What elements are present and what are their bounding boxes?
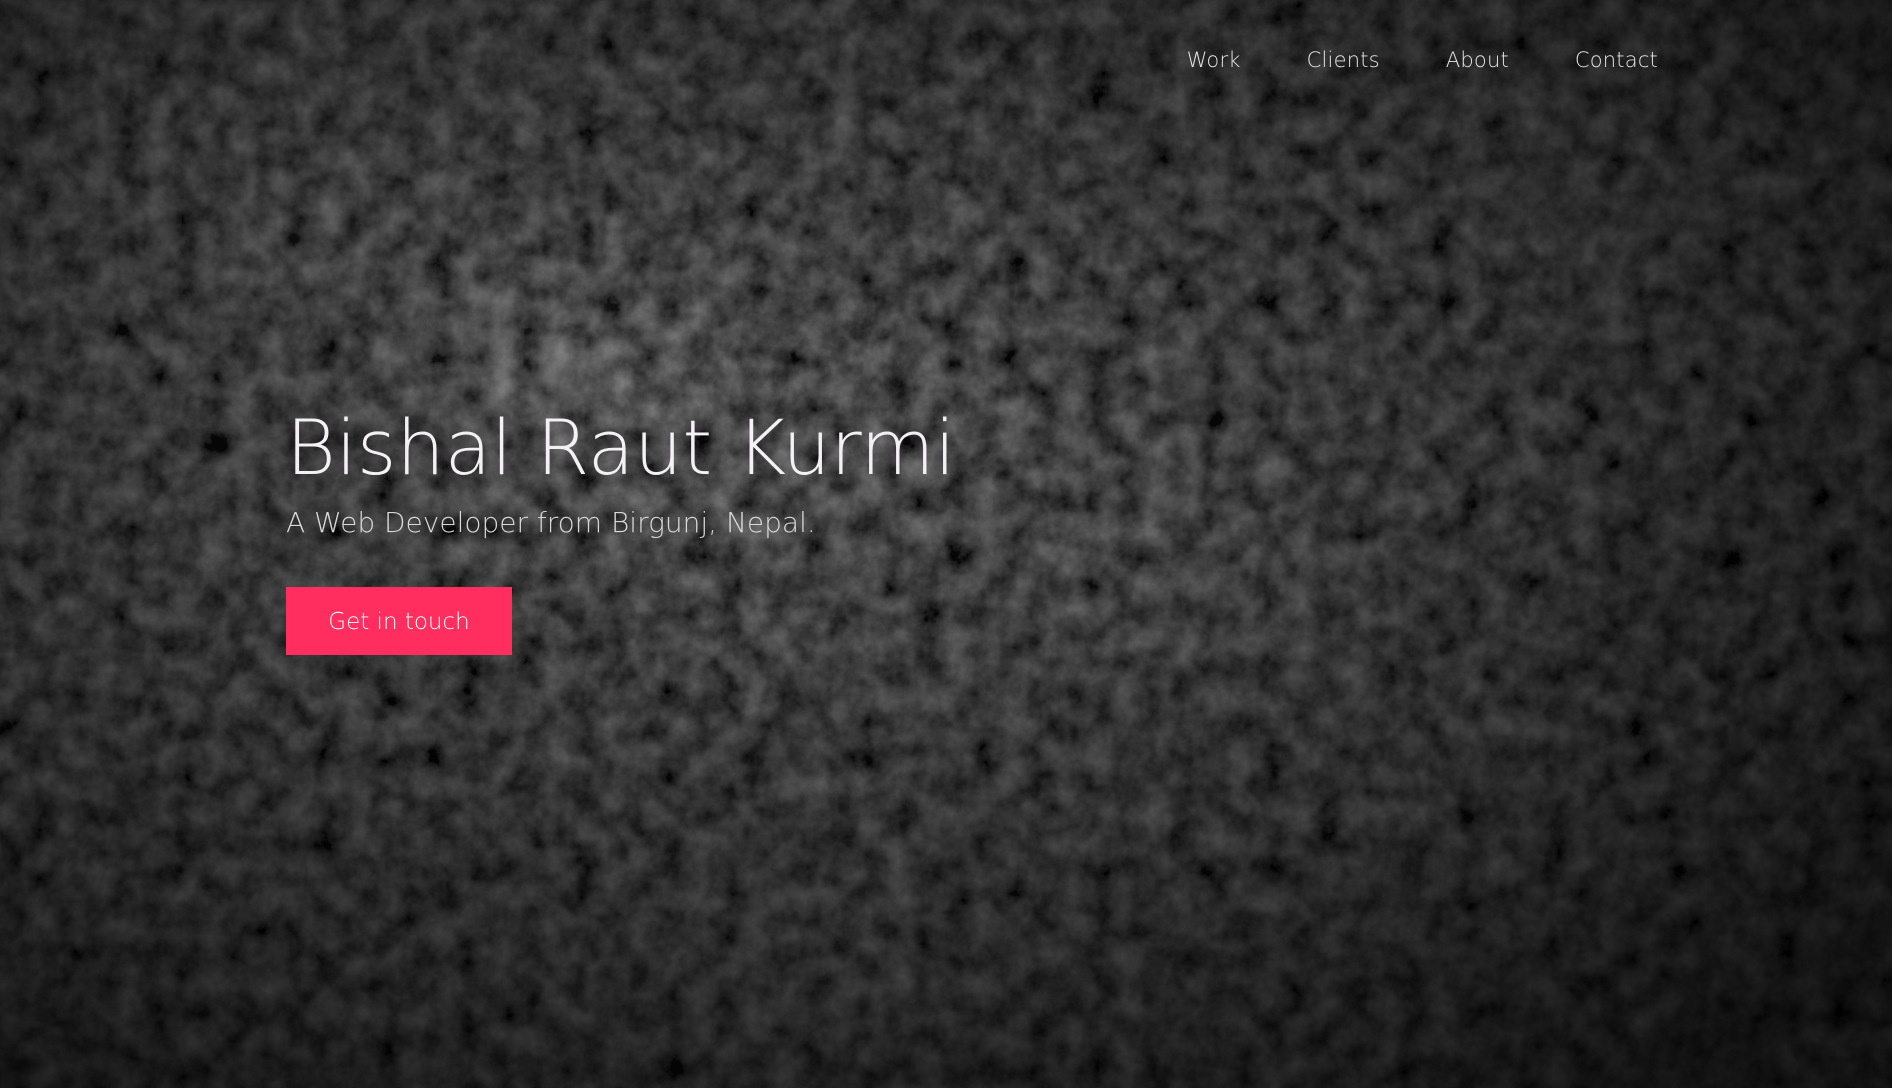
hero-subtitle: A Web Developer from Birgunj, Nepal. xyxy=(286,506,816,539)
hero-content: Bishal Raut Kurmi A Web Developer from B… xyxy=(286,410,956,655)
nav-link-work[interactable]: Work xyxy=(1187,48,1241,72)
hero-title: Bishal Raut Kurmi xyxy=(286,403,956,492)
nav-link-about[interactable]: About xyxy=(1446,48,1509,72)
nav-link-contact[interactable]: Contact xyxy=(1575,48,1658,72)
get-in-touch-button[interactable]: Get in touch xyxy=(286,587,512,655)
hero-section: Work Clients About Contact Bishal Raut K… xyxy=(0,0,1892,1088)
nav-link-clients[interactable]: Clients xyxy=(1307,48,1380,72)
main-nav: Work Clients About Contact xyxy=(1121,48,1658,72)
